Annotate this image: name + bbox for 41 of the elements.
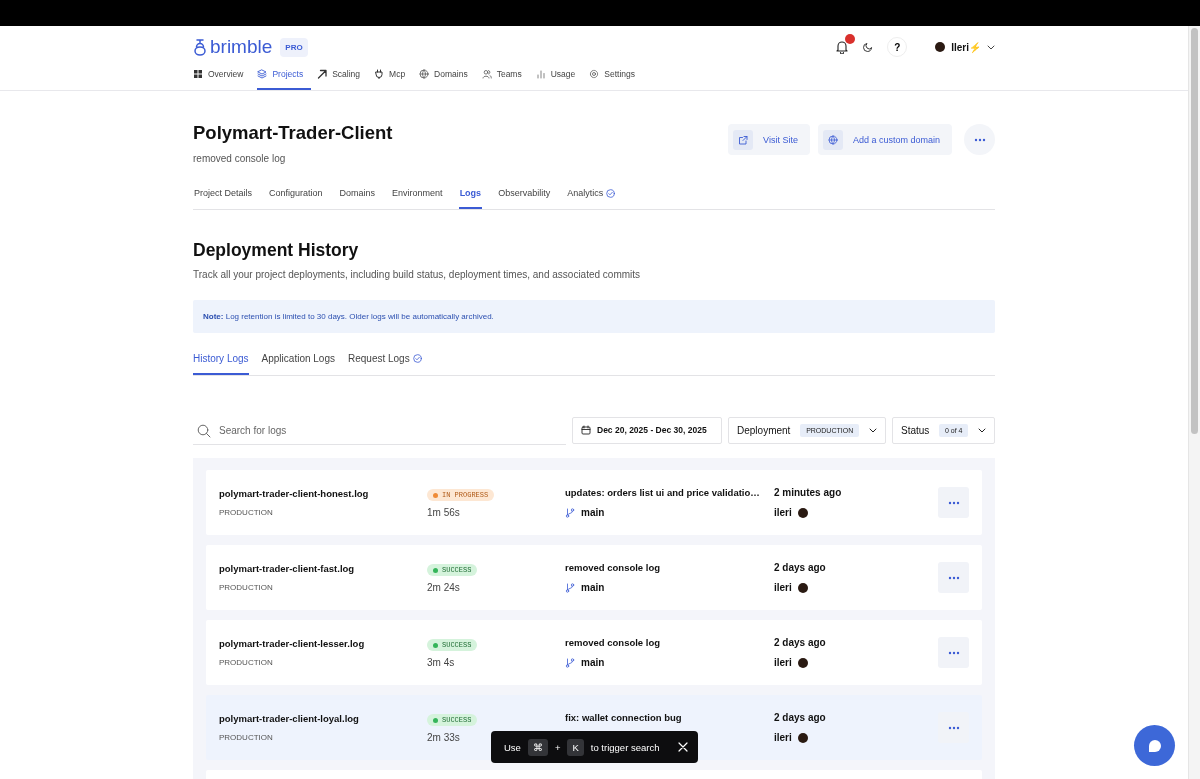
environment-label: PRODUCTION [219,508,274,517]
brand-name: brimble [210,36,273,58]
deploy-time: 2 minutes ago [774,487,843,498]
filter-label: Status [901,424,930,436]
branch-name: main [581,657,605,668]
log-file-name: polymart-trader-client-lesser.log [219,638,366,649]
deploy-time: 2 days ago [774,562,827,573]
duration: 1m 56s [427,507,460,518]
plan-badge: PRO [280,37,308,57]
toast-text: Use [504,741,521,753]
section-title: Deployment History [193,240,360,261]
deploy-time: 2 days ago [774,712,827,723]
log-file-name: polymart-trader-client-loyal.log [219,713,360,724]
key-cap: ⌘ [527,738,548,756]
log-file-name: polymart-trader-client-fast.log [219,563,356,574]
author-name: ileri [774,507,792,518]
section-description: Track all your project deployments, including build status, deployment times, and associated commits [193,269,642,280]
project-title: Polymart-Trader-Client [193,122,393,144]
author-name: ileri [774,582,792,593]
log-file-name: polymart-trader-client-honest.log [219,488,370,499]
retention-note: Note: Log retention is limited to 30 days. Older logs will be automatically archived. [193,300,995,333]
author-name: ileri [774,657,792,668]
author-name: ileri [774,732,792,743]
duration: 2m 24s [427,582,460,593]
branch-name: main [581,507,605,518]
key-cap: K [567,738,584,756]
duration: 3m 4s [427,657,455,668]
project-subtitle: removed console log [193,153,287,164]
commit-message: removed console log [565,562,662,573]
commit-message: removed console log [565,637,662,648]
commit-message: fix: wallet connection bug [565,711,683,723]
environment-label: PRODUCTION [219,583,274,592]
toast-text: to trigger search [590,741,660,753]
branch-name: main [581,582,605,593]
duration: 2m 33s [427,732,460,743]
plus-sign: + [554,741,561,753]
filter-label: Deployment [737,424,791,436]
commit-message: updates: orders list ui and price validatio… [565,487,761,498]
environment-label: PRODUCTION [219,658,274,667]
environment-label: PRODUCTION [219,733,274,742]
deploy-time: 2 days ago [774,637,827,648]
